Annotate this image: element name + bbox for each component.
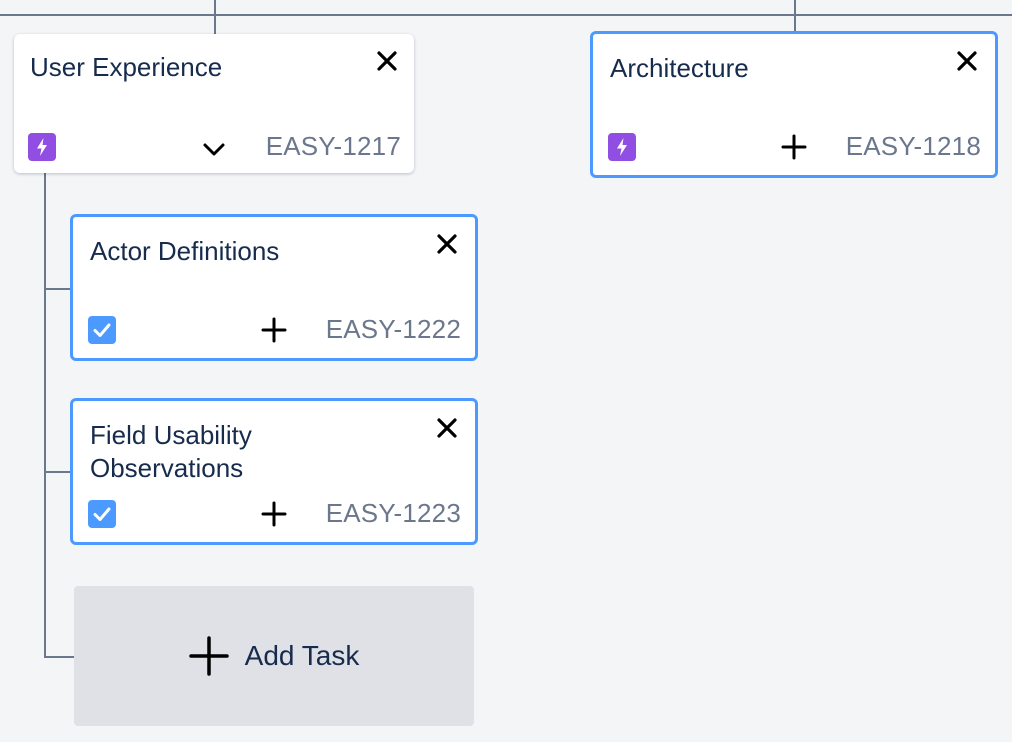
chevron-down-icon[interactable] bbox=[199, 134, 229, 164]
close-icon[interactable] bbox=[433, 414, 461, 442]
add-child-plus-icon[interactable] bbox=[259, 315, 289, 345]
close-icon[interactable] bbox=[953, 47, 981, 75]
connector-user-experience bbox=[214, 0, 216, 36]
close-icon[interactable] bbox=[373, 47, 401, 75]
add-task-button[interactable]: Add Task bbox=[74, 586, 474, 726]
child-branch-add-task bbox=[44, 656, 74, 658]
issue-key[interactable]: EASY-1218 bbox=[846, 131, 981, 161]
child-branch-field-usability bbox=[44, 471, 72, 473]
card-title: User Experience bbox=[30, 52, 223, 82]
card-title: Architecture bbox=[610, 53, 749, 83]
issue-key[interactable]: EASY-1217 bbox=[266, 131, 401, 161]
plus-icon bbox=[188, 636, 229, 676]
card-title: Field Usability Observations bbox=[90, 420, 252, 483]
task-checkbox-icon bbox=[88, 316, 116, 344]
epic-lightning-icon bbox=[608, 133, 636, 161]
child-tree-vertical-line bbox=[44, 172, 46, 658]
task-checkbox-icon bbox=[88, 500, 116, 528]
card-user-experience[interactable]: User Experience EASY-1217 bbox=[14, 34, 414, 173]
top-connector-line bbox=[0, 14, 1012, 16]
add-child-plus-icon[interactable] bbox=[779, 132, 809, 162]
issue-key[interactable]: EASY-1222 bbox=[326, 314, 461, 344]
card-architecture[interactable]: Architecture EASY-1218 bbox=[590, 31, 998, 178]
add-task-label: Add Task bbox=[244, 640, 360, 671]
card-field-usability-observations[interactable]: Field Usability Observations EASY-1223 bbox=[70, 398, 478, 545]
child-branch-actor-definitions bbox=[44, 288, 72, 290]
add-task-content: Add Task bbox=[74, 636, 474, 676]
add-child-plus-icon[interactable] bbox=[259, 499, 289, 529]
connector-architecture bbox=[794, 0, 796, 32]
issue-key[interactable]: EASY-1223 bbox=[326, 498, 461, 528]
close-icon[interactable] bbox=[433, 230, 461, 258]
card-actor-definitions[interactable]: Actor Definitions EASY-1222 bbox=[70, 214, 478, 361]
epic-lightning-icon bbox=[28, 133, 56, 161]
card-title: Actor Definitions bbox=[90, 236, 280, 266]
